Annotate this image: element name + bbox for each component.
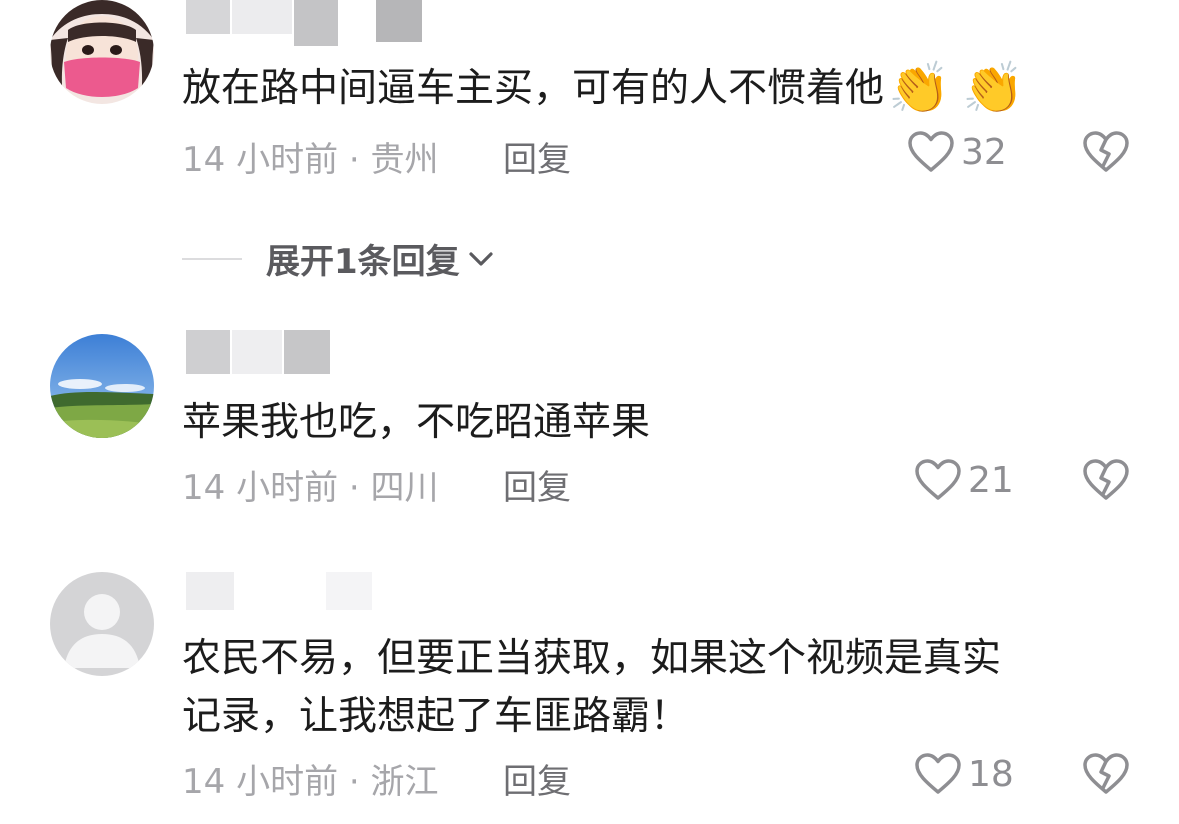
reply-button[interactable]: 回复 [503, 754, 571, 803]
avatar[interactable] [50, 334, 154, 438]
clapping-hands-icon: 👏 [888, 59, 951, 117]
expand-replies-label: 展开1条回复 [266, 242, 460, 282]
broken-heart-icon [1083, 131, 1129, 172]
reply-button[interactable]: 回复 [503, 460, 571, 509]
comment-text: 农民不易，但要正当获取，如果这个视频是真实 [182, 636, 1002, 681]
username-blurred[interactable] [186, 0, 426, 48]
like-button[interactable]: 32 [907, 130, 1007, 174]
girl-pink-mask-avatar-icon [50, 0, 154, 104]
avatar[interactable] [50, 0, 154, 104]
broken-heart-icon [1083, 459, 1129, 500]
comment-meta: 14 小时前 · 贵州 [182, 132, 439, 181]
divider [182, 257, 242, 260]
comment-text: 苹果我也吃，不吃昭通苹果 [182, 400, 651, 445]
landscape-avatar-icon [50, 334, 154, 438]
expand-replies-button[interactable]: 展开1条回复 [182, 234, 496, 283]
meta-separator: · [348, 762, 360, 802]
chevron-down-icon [469, 251, 493, 266]
dislike-button[interactable] [1082, 130, 1130, 178]
comment-meta: 14 小时前 · 四川 [182, 460, 439, 509]
heart-icon [915, 753, 961, 794]
timestamp: 14 小时前 [182, 468, 339, 508]
comment-text: 放在路中间逼车主买，可有的人不惯着他 [182, 66, 885, 111]
dislike-button[interactable] [1082, 458, 1130, 506]
reply-button[interactable]: 回复 [503, 132, 571, 181]
timestamp: 14 小时前 [182, 140, 339, 180]
location: 四川 [370, 468, 439, 508]
default-user-avatar-icon [50, 572, 154, 676]
like-count: 32 [961, 131, 1007, 173]
avatar[interactable] [50, 572, 154, 676]
like-button[interactable]: 18 [914, 752, 1014, 796]
like-count: 21 [968, 459, 1014, 501]
location: 浙江 [370, 762, 439, 802]
meta-separator: · [348, 468, 360, 508]
heart-icon [915, 459, 961, 500]
heart-icon [908, 131, 954, 172]
clapping-hands-icon: 👏 [962, 59, 1025, 117]
location: 贵州 [370, 140, 439, 180]
like-button[interactable]: 21 [914, 458, 1014, 502]
timestamp: 14 小时前 [182, 762, 339, 802]
dislike-button[interactable] [1082, 752, 1130, 800]
comment-meta: 14 小时前 · 浙江 [182, 754, 439, 803]
comment-text: 记录，让我想起了车匪路霸！ [182, 694, 690, 739]
meta-separator: · [348, 140, 360, 180]
username-blurred[interactable] [186, 330, 336, 380]
username-blurred[interactable] [186, 572, 386, 612]
broken-heart-icon [1083, 753, 1129, 794]
like-count: 18 [968, 753, 1014, 795]
